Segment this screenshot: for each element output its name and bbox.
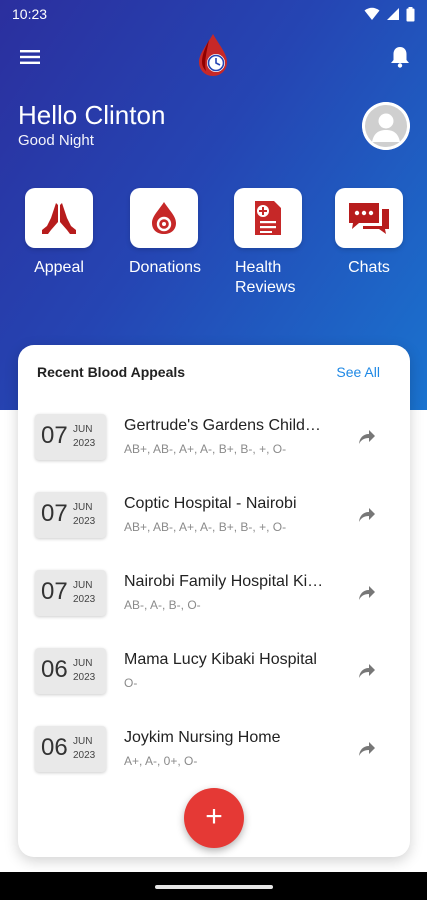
date-month: JUN (73, 736, 93, 747)
card-title: Recent Blood Appeals (37, 364, 186, 380)
appeal-list-item[interactable]: 06 JUN 2023 Joykim Nursing Home A+, A-, … (18, 726, 410, 786)
blood-groups: AB+, AB-, A+, A-, B+, B-, +, O- (124, 442, 287, 456)
see-all-link[interactable]: See All (336, 364, 380, 380)
quick-action-donations[interactable]: Donations (129, 188, 202, 278)
share-arrow-icon[interactable] (356, 504, 378, 526)
status-time: 10:23 (12, 6, 48, 22)
date-month: JUN (73, 658, 93, 669)
date-month: JUN (73, 502, 93, 513)
date-day: 07 (41, 500, 68, 527)
avatar[interactable] (362, 102, 410, 150)
date-year: 2023 (73, 672, 96, 683)
blood-groups: AB+, AB-, A+, A-, B+, B-, +, O- (124, 520, 287, 534)
quick-action-label: Chats (348, 259, 390, 276)
hospital-name: Mama Lucy Kibaki Hospital (124, 651, 317, 668)
date-day: 06 (41, 734, 68, 761)
blood-drop-icon (152, 202, 176, 234)
app-logo (196, 32, 232, 78)
date-badge: 07 JUN 2023 (35, 570, 106, 616)
wifi-icon (364, 7, 380, 20)
quick-action-chats[interactable]: Chats (334, 188, 404, 278)
date-badge: 06 JUN 2023 (35, 726, 106, 772)
share-arrow-icon[interactable] (356, 660, 378, 682)
greeting-title: Hello Clinton (18, 100, 166, 130)
hospital-name: Gertrude's Gardens Children's Hospital (124, 417, 324, 434)
date-year: 2023 (73, 438, 96, 449)
appeal-list-item[interactable]: 07 JUN 2023 Coptic Hospital - Nairobi AB… (18, 492, 410, 552)
appeal-list-item[interactable]: 07 JUN 2023 Nairobi Family Hospital Kite… (18, 570, 410, 630)
share-arrow-icon[interactable] (356, 426, 378, 448)
date-year: 2023 (73, 594, 96, 605)
share-arrow-icon[interactable] (356, 738, 378, 760)
recent-appeals-card: Recent Blood Appeals See All 07 JUN 2023… (18, 345, 410, 857)
date-badge: 07 JUN 2023 (35, 414, 106, 460)
date-year: 2023 (73, 516, 96, 527)
chat-bubbles-icon (349, 203, 389, 234)
add-appeal-fab[interactable]: + (184, 788, 244, 848)
blood-groups: O- (124, 676, 138, 690)
date-badge: 06 JUN 2023 (35, 648, 106, 694)
date-month: JUN (73, 424, 93, 435)
greeting-block: Hello Clinton Good Night (18, 100, 165, 149)
notification-bell-icon[interactable] (387, 44, 413, 70)
hospital-name: Joykim Nursing Home (124, 729, 281, 746)
medical-report-icon (255, 201, 281, 235)
user-avatar-icon (362, 102, 410, 150)
quick-action-label: Donations (129, 259, 202, 276)
appeal-list-item[interactable]: 06 JUN 2023 Mama Lucy Kibaki Hospital O- (18, 648, 410, 708)
blood-groups: A+, A-, 0+, O- (124, 754, 198, 768)
menu-icon[interactable] (18, 44, 44, 70)
date-day: 06 (41, 656, 68, 683)
app-bar (0, 30, 427, 86)
quick-action-label: Appeal (34, 259, 84, 276)
system-nav-bar (0, 872, 427, 900)
date-badge: 07 JUN 2023 (35, 492, 106, 538)
greeting-subtitle: Good Night (18, 132, 94, 149)
quick-action-health-reviews[interactable]: Health Reviews (233, 188, 303, 298)
praying-hands-icon (42, 203, 76, 234)
status-bar: 10:23 (0, 0, 427, 28)
quick-action-label: Health Reviews (235, 259, 296, 296)
signal-icon (387, 8, 399, 20)
date-day: 07 (41, 578, 68, 605)
home-gesture-handle[interactable] (155, 885, 273, 889)
date-month: JUN (73, 580, 93, 591)
battery-icon (406, 6, 415, 21)
hospital-name: Coptic Hospital - Nairobi (124, 495, 297, 512)
share-arrow-icon[interactable] (356, 582, 378, 604)
quick-action-appeal[interactable]: Appeal (24, 188, 94, 278)
appeal-list-item[interactable]: 07 JUN 2023 Gertrude's Gardens Children'… (18, 414, 410, 474)
date-year: 2023 (73, 750, 96, 761)
hospital-name: Nairobi Family Hospital Kitengela (124, 573, 324, 590)
blood-groups: AB-, A-, B-, O- (124, 598, 201, 612)
date-day: 07 (41, 422, 68, 449)
